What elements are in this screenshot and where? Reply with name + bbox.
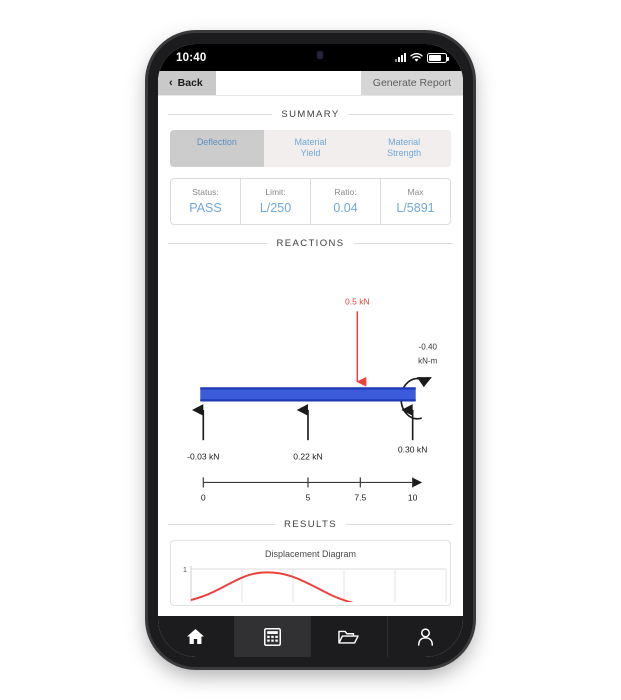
wifi-icon (410, 52, 423, 62)
bottom-tab-bar[interactable] (158, 616, 463, 657)
tab-material-strength[interactable]: Material Strength (357, 130, 451, 167)
chevron-left-icon: ‹ (169, 76, 173, 89)
divider-right (345, 524, 454, 526)
tab-deflection-label: Deflection (196, 137, 237, 147)
summary-value-max: L/5891 (396, 200, 435, 215)
summary-label-limit: Limit: (265, 186, 286, 197)
reaction-label-0: -0.03 kN (187, 451, 219, 461)
summary-cell-ratio: Ratio: 0.04 (311, 178, 381, 224)
divider-right (353, 242, 453, 244)
summary-value-status: PASS (189, 200, 222, 215)
battery-icon (427, 52, 449, 63)
tab-material-yield[interactable]: Material Yield (263, 130, 358, 167)
check-type-tabs[interactable]: Deflection Material Yield Material Stren… (170, 130, 451, 167)
generate-report-button[interactable]: Generate Report (360, 71, 463, 95)
calculator-icon (263, 627, 281, 646)
divider-left (168, 524, 276, 526)
account-icon (417, 627, 433, 646)
nav-bar-spacer (215, 71, 361, 95)
axis-tick-label-2: 7.5 (354, 492, 366, 502)
generate-report-label: Generate Report (372, 77, 451, 89)
tab-material-strength-label-line1: Material (388, 137, 421, 147)
summary-cell-limit: Limit: L/250 (241, 178, 311, 224)
summary-label-ratio: Ratio: (334, 186, 357, 197)
moment-label-line2: kN-m (418, 356, 438, 365)
reactions-section-header: REACTIONS (158, 238, 463, 249)
tab-home[interactable] (158, 616, 235, 657)
displacement-chart: 1 (183, 565, 447, 603)
navigation-bar: ‹ Back Generate Report (158, 71, 463, 96)
summary-label-status: Status: (192, 186, 219, 197)
displacement-chart-title: Displacement Diagram (264, 549, 357, 560)
summary-value-limit: L/250 (259, 200, 292, 215)
device-notch (247, 44, 374, 66)
tab-material-yield-label-line2: Yield (300, 148, 321, 159)
summary-cell-max: Max L/5891 (381, 179, 450, 224)
load-label-0: 0.5 kN (345, 296, 370, 306)
displacement-curve (190, 571, 354, 603)
axis-tick-label-0: 0 (201, 492, 206, 502)
reaction-label-2: 0.30 kN (398, 444, 427, 454)
summary-label-max: Max (407, 186, 424, 197)
status-bar-icons (395, 52, 449, 63)
divider-left (168, 242, 268, 244)
tab-calculator[interactable] (234, 616, 311, 657)
phone-screen: 10:40 ‹ Back Generate Report SUMMARY Def… (158, 44, 463, 657)
tab-files[interactable] (311, 616, 388, 657)
reactions-diagram: 0.5 kN -0.40 kN-m -0.03 kN 0.22 kN 0.30 … (187, 296, 438, 502)
notch-sensor-icon (316, 51, 323, 59)
back-button-label: Back (177, 77, 203, 89)
summary-section-title: SUMMARY (281, 109, 340, 120)
summary-value-ratio: 0.04 (333, 200, 358, 215)
status-bar-time: 10:40 (176, 51, 207, 64)
phone-device-frame: 10:40 ‹ Back Generate Report SUMMARY Def… (148, 33, 473, 667)
folder-icon (338, 630, 360, 644)
moment-label-line1: -0.40 (419, 342, 438, 351)
scroll-content[interactable]: SUMMARY Deflection Material Yield Materi… (158, 96, 463, 616)
chart-y-tick-label-0: 1 (183, 565, 187, 574)
divider-left (168, 114, 273, 115)
reaction-label-1: 0.22 kN (293, 451, 322, 461)
tab-deflection[interactable]: Deflection (170, 130, 264, 167)
axis-tick-label-1: 5 (306, 492, 311, 502)
results-section-header: RESULTS (158, 519, 463, 530)
home-icon (187, 628, 205, 645)
axis-tick-label-3: 10 (408, 492, 418, 502)
reactions-section-title: REACTIONS (276, 237, 345, 249)
tab-material-yield-label-line1: Material (294, 137, 327, 147)
displacement-diagram-card: Displacement Diagram 1 (170, 540, 451, 607)
results-section-title: RESULTS (284, 519, 337, 531)
back-button[interactable]: ‹ Back (158, 71, 216, 95)
tab-account[interactable] (388, 616, 464, 657)
tab-material-strength-label-line2: Strength (387, 148, 422, 159)
summary-results-table: Status: PASS Limit: L/250 Ratio: 0.04 Ma… (170, 177, 451, 225)
divider-right (348, 114, 453, 115)
status-bar: 10:40 (158, 44, 463, 71)
summary-cell-status: Status: PASS (171, 178, 241, 224)
summary-section-header: SUMMARY (158, 109, 463, 120)
signal-bars-icon (395, 53, 406, 62)
beam-body (200, 387, 416, 401)
